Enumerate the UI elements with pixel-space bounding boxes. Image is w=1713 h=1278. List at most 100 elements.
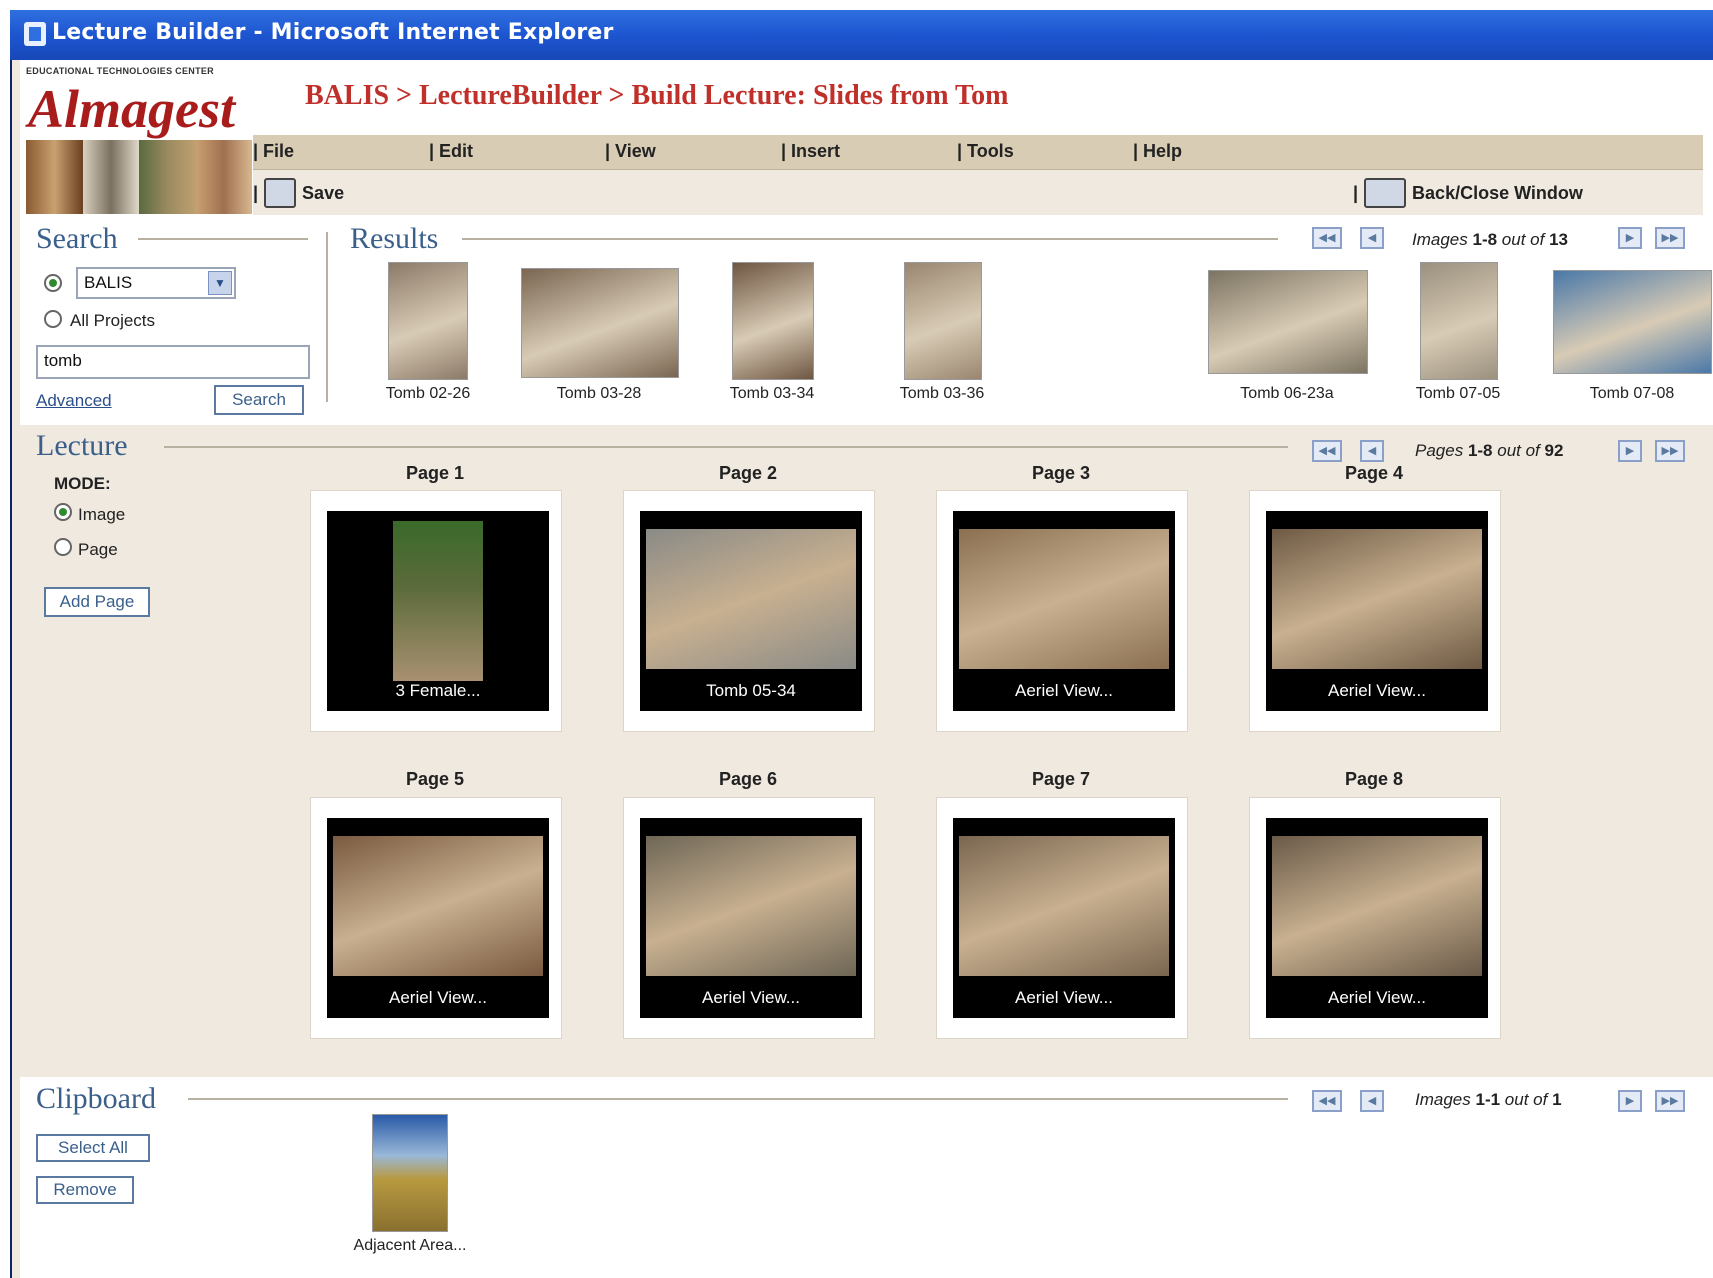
results-pager-outof: out of [1501,230,1545,249]
lecture-page-card[interactable]: Aeriel View... [623,797,875,1039]
page-caption: Aeriel View... [1328,681,1426,700]
next-page-icon[interactable]: ▶ [1618,1090,1642,1112]
next-page-icon[interactable]: ▶ [1618,227,1642,249]
remove-button[interactable]: Remove [36,1176,134,1204]
page-slide-image: Aeriel View... [953,818,1175,1018]
page-photo [333,836,543,976]
next-page-icon[interactable]: ▶ [1618,440,1642,462]
advanced-search-link[interactable]: Advanced [36,391,112,411]
menu-view[interactable]: | View [605,141,656,162]
result-caption: Tomb 03-36 [899,385,985,402]
lecture-page-card[interactable]: 3 Female... [310,490,562,732]
toolbar: | Save | Back/Close Window [253,170,1703,215]
result-thumbnail[interactable] [1420,262,1498,380]
clipboard-thumbnail[interactable] [372,1114,448,1232]
last-page-icon[interactable]: ▶▶ [1655,440,1685,462]
clipboard-divider [188,1098,1288,1100]
lecture-page-card[interactable]: Aeriel View... [936,490,1188,732]
result-caption: Tomb 03-34 [729,385,815,402]
result-caption: Tomb 03-28 [556,385,642,402]
search-input[interactable]: tomb [36,345,310,379]
page-slide-image: Aeriel View... [640,818,862,1018]
ie-icon [24,22,46,46]
result-thumbnail[interactable] [521,268,679,378]
result-thumbnail[interactable] [1553,270,1712,374]
mode-label: MODE: [54,474,111,493]
results-divider [462,238,1278,240]
prev-page-icon[interactable]: ◀ [1360,440,1384,462]
lecture-page-card[interactable]: Aeriel View... [1249,490,1501,732]
logo-art [26,140,252,214]
result-thumbnail[interactable] [1208,270,1368,374]
search-title: Search [36,222,118,255]
menu-bar: | File | Edit | View | Insert | Tools | … [253,135,1703,170]
page-label: Page 5 [405,769,465,789]
mode-page-radio[interactable] [54,538,72,556]
page-label: Page 4 [1344,463,1404,483]
page-caption: 3 Female... [395,681,481,700]
all-projects-radio[interactable] [44,310,62,328]
page-label: Page 1 [405,463,465,483]
clipboard-pager-total: 1 [1552,1090,1562,1109]
logo-subtitle: EDUCATIONAL TECHNOLOGIES CENTER [26,66,214,76]
prev-page-icon[interactable]: ◀ [1360,227,1384,249]
lecture-pager-range: 1-8 [1467,441,1493,460]
lecture-pager-label: Pages [1415,441,1464,460]
project-select[interactable]: BALIS ▼ [76,267,236,299]
menu-edit[interactable]: | Edit [429,141,473,162]
page-slide-image: Aeriel View... [953,511,1175,711]
chevron-down-icon[interactable]: ▼ [208,271,232,295]
page-photo [959,836,1169,976]
page-label: Page 6 [718,769,778,789]
save-button[interactable]: | Save [253,178,344,208]
lecture-divider [164,446,1288,448]
result-caption: Tomb 02-26 [385,385,471,402]
first-page-icon[interactable]: ◀◀ [1312,440,1342,462]
result-thumbnail[interactable] [732,262,814,380]
first-page-icon[interactable]: ◀◀ [1312,1090,1342,1112]
prev-page-icon[interactable]: ◀ [1360,1090,1384,1112]
result-caption: Tomb 07-08 [1589,385,1675,402]
search-results-separator [326,232,328,402]
back-arrow-icon [1364,178,1407,208]
menu-file[interactable]: | File [253,141,294,162]
search-button[interactable]: Search [214,385,304,415]
search-divider [138,238,308,240]
page-label: Page 3 [1031,463,1091,483]
result-thumbnail[interactable] [388,262,468,380]
project-radio[interactable] [44,274,62,292]
first-page-icon[interactable]: ◀◀ [1312,227,1342,249]
breadcrumb: BALIS > LectureBuilder > Build Lecture: … [305,80,1009,111]
menu-tools[interactable]: | Tools [957,141,1014,162]
mode-page-label: Page [78,540,118,559]
lecture-page-card[interactable]: Aeriel View... [936,797,1188,1039]
add-page-button[interactable]: Add Page [44,587,150,617]
lecture-pager-total: 92 [1544,441,1564,460]
page-photo [393,521,483,681]
lecture-page-card[interactable]: Aeriel View... [1249,797,1501,1039]
page-photo [1272,836,1482,976]
results-pager-range: 1-8 [1472,230,1498,249]
clipboard-pager-label: Images [1415,1090,1471,1109]
clipboard-pager-outof: out of [1504,1090,1548,1109]
back-close-button[interactable]: | Back/Close Window [1353,178,1583,208]
toolbar-separator: | [253,182,259,203]
menu-insert[interactable]: | Insert [781,141,840,162]
page-label: Page 8 [1344,769,1404,789]
select-all-button[interactable]: Select All [36,1134,150,1162]
project-select-value: BALIS [84,273,133,292]
back-close-label: Back/Close Window [1412,182,1583,203]
mode-image-radio[interactable] [54,503,72,521]
page-label: Page 7 [1031,769,1091,789]
result-caption: Tomb 07-05 [1415,385,1501,402]
page-caption: Aeriel View... [389,988,487,1007]
lecture-page-card[interactable]: Aeriel View... [310,797,562,1039]
menu-help[interactable]: | Help [1133,141,1182,162]
last-page-icon[interactable]: ▶▶ [1655,227,1685,249]
lecture-page-card[interactable]: Tomb 05-34 [623,490,875,732]
page-slide-image: Aeriel View... [1266,818,1488,1018]
page-label: Page 2 [718,463,778,483]
page-slide-image: Aeriel View... [327,818,549,1018]
result-thumbnail[interactable] [904,262,982,380]
last-page-icon[interactable]: ▶▶ [1655,1090,1685,1112]
